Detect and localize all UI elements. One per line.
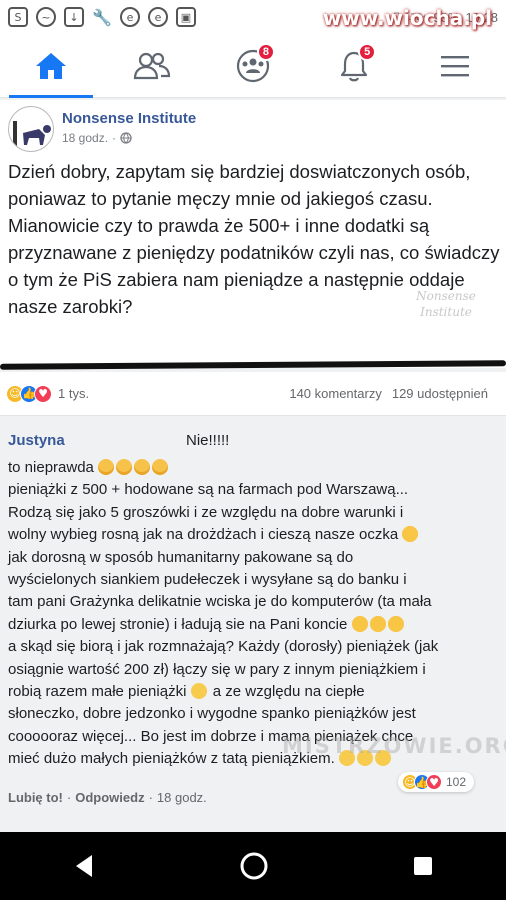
status-bar: S ~ ↓ 🔧 e e ▣ ▯ LTE+ 93% 10:28 www.wioch… <box>0 0 506 34</box>
screen: S ~ ↓ 🔧 e e ▣ ▯ LTE+ 93% 10:28 www.wioch… <box>0 0 506 900</box>
comment-actions: Lubię to! · Odpowiedz · 18 godz. <box>8 790 207 805</box>
post-time[interactable]: 18 godz. <box>62 131 108 145</box>
comment-line: Rodzą się jako 5 groszówki i ze względu … <box>8 503 404 521</box>
scribble-line <box>0 360 506 370</box>
hearts-emoji-icon <box>351 615 368 632</box>
reply-button[interactable]: Odpowiedz <box>75 790 144 805</box>
hamburger-icon <box>441 55 470 76</box>
comment-line: robią razem małe pieniążki a ze względu … <box>8 683 365 701</box>
groups-badge: 8 <box>256 42 275 61</box>
friends-icon <box>133 52 170 79</box>
page-avatar[interactable] <box>8 106 54 152</box>
angry-emoji-icon <box>98 459 115 475</box>
smiling-emoji-icon <box>402 526 419 543</box>
top-nav: 8 5 <box>0 34 506 98</box>
comment-reactions[interactable]: ☺ 👍 ♥ 102 <box>398 772 475 792</box>
hearts-emoji-icon <box>369 615 386 632</box>
post-card: Nonsense Institute 18 godz. · Dzień dobr… <box>0 100 506 370</box>
comments-count[interactable]: 140 komentarzy <box>289 386 382 401</box>
site-watermark: www.wiocha.pl <box>322 6 492 30</box>
nav-friends[interactable] <box>124 41 180 91</box>
app-notification-icon: S <box>8 7 28 27</box>
post-header: Nonsense Institute 18 godz. · <box>8 106 196 152</box>
wrench-icon: 🔧 <box>92 7 112 27</box>
notifications-badge: 5 <box>358 42 377 61</box>
love-reaction-icon: ♥ <box>426 774 442 790</box>
nav-notifications[interactable]: 5 <box>326 41 382 91</box>
comment-line: wyścielonych siankiem pudełeczek i wysył… <box>8 571 407 589</box>
home-icon <box>35 52 66 79</box>
comment-reactions-count: 102 <box>446 775 467 789</box>
shares-count[interactable]: 129 udostępnień <box>392 386 488 401</box>
comment-line: pieniążki z 500 + hodowane są na farmach… <box>8 481 409 499</box>
comment-line: jak dorosną w sposób humanitarny pakowan… <box>8 548 354 566</box>
messenger-icon: ~ <box>36 7 56 27</box>
image-icon: ▣ <box>176 7 196 27</box>
browser-icon: e <box>120 7 140 27</box>
comment-line: tam pani Grażynka delikatnie wciska je d… <box>8 593 432 611</box>
comment-text: to nieprawda pieniążki z 500 + hodowane … <box>8 457 502 771</box>
comment-line: słoneczko, dobre jedzonko i wygodne span… <box>8 705 416 723</box>
comment-line: a skąd się biorą i jak rozmnażają? Każdy… <box>8 638 439 656</box>
nav-menu[interactable] <box>427 41 483 91</box>
post-image-watermark: Nonsense Institute <box>416 289 476 319</box>
comment: Justyna Nie!!!!! to nieprawda pieniążki … <box>0 424 506 832</box>
grimace-emoji-icon <box>190 683 207 700</box>
angry-emoji-icon <box>134 459 151 475</box>
globe-icon <box>120 132 132 144</box>
comment-author[interactable]: Justyna <box>8 432 65 449</box>
love-reaction-icon: ♥ <box>34 384 52 403</box>
comment-line: dziurka po lewej stronie) i ładują sie n… <box>8 614 502 636</box>
nav-groups[interactable]: 8 <box>225 41 281 91</box>
recents-icon[interactable] <box>412 855 434 877</box>
comment-time: 18 godz. <box>156 790 207 805</box>
comment-exclamation: Nie!!!!! <box>186 432 230 449</box>
page-logo-icon <box>13 121 51 147</box>
nav-home[interactable] <box>8 41 93 98</box>
comment-watermark: MISTRZOWIE.ORG <box>282 734 506 758</box>
post-stats: ☺ 👍 ♥ 1 tys. 140 komentarzy 129 udostępn… <box>0 372 506 416</box>
comment-line: to nieprawda <box>8 457 502 479</box>
back-icon[interactable] <box>72 853 96 879</box>
angry-emoji-icon <box>116 459 133 475</box>
home-button-icon[interactable] <box>239 851 269 881</box>
comment-line: osiągnie wartość 200 zł) łączy się w par… <box>8 660 426 678</box>
android-nav-bar <box>0 832 506 900</box>
download-icon: ↓ <box>64 7 84 27</box>
browser-icon-2: e <box>148 7 168 27</box>
angry-emoji-icon <box>152 459 169 475</box>
reactions-count[interactable]: 1 tys. <box>58 386 89 401</box>
comment-line: wolny wybieg rosną jak na drożdżach i ci… <box>8 524 502 546</box>
hearts-emoji-icon <box>387 615 404 632</box>
post-author[interactable]: Nonsense Institute <box>62 110 196 127</box>
like-button[interactable]: Lubię to! <box>8 790 63 805</box>
stats-right: 140 komentarzy 129 udostępnień <box>289 386 500 401</box>
post-meta: 18 godz. · <box>62 131 196 145</box>
